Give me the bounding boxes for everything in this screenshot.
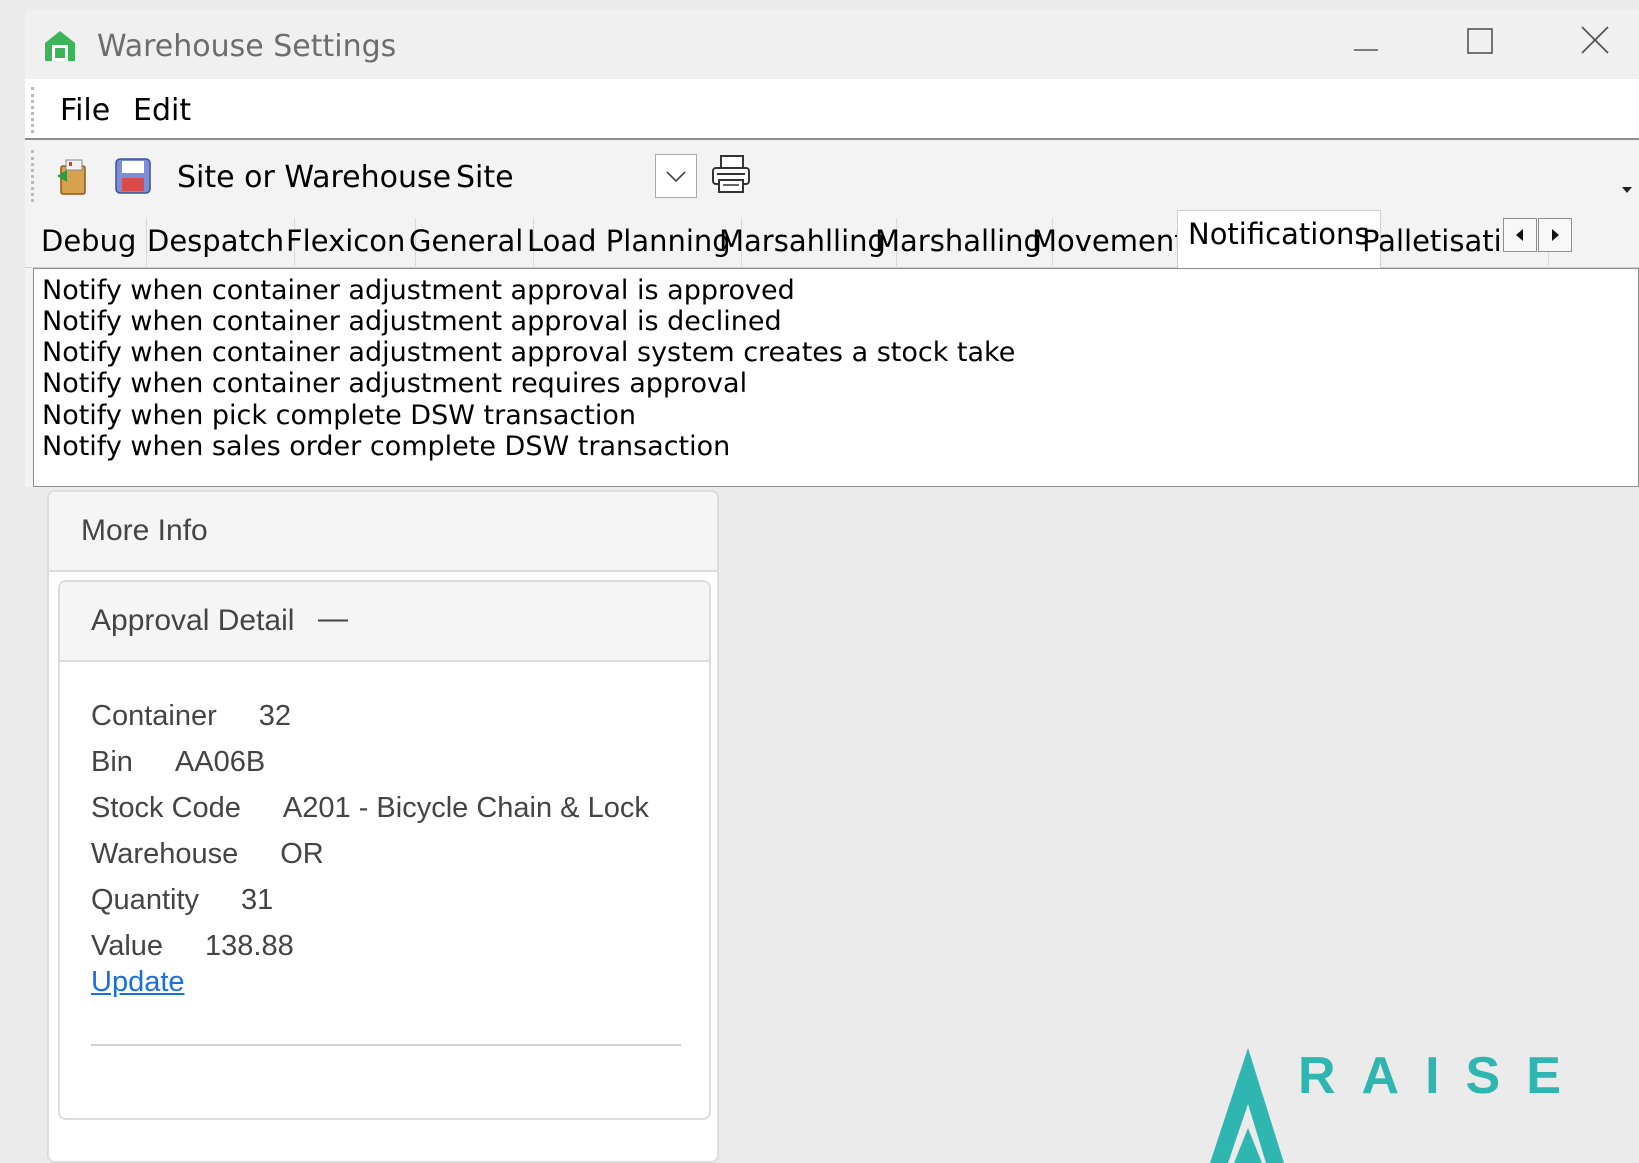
tab-notifications[interactable]: Notifications	[1177, 210, 1381, 268]
approval-detail-card: Approval Detail — Container 32 Bin AA06B S…	[58, 580, 711, 1120]
chevron-down-icon	[666, 171, 686, 183]
collapse-icon[interactable]: —	[318, 602, 348, 636]
site-or-warehouse-label: Site or Warehouse	[177, 160, 452, 195]
minimize-icon[interactable]	[1335, 21, 1395, 65]
tab-strip: Debug Despatch Flexicon General Load Pla…	[25, 210, 1639, 268]
detail-value: AA06B	[174, 746, 266, 778]
warehouse-icon	[45, 31, 75, 61]
tab-despatch[interactable]: Despatch	[137, 218, 296, 268]
printer-icon[interactable]	[709, 154, 753, 194]
overflow-icon[interactable]	[1620, 184, 1634, 196]
detail-label: Value	[91, 930, 164, 962]
more-info-title: More Info	[81, 514, 208, 547]
tab-scroll-right[interactable]	[1538, 218, 1572, 252]
more-info-card: More Info Approval Detail — Container 32 …	[47, 490, 719, 1163]
update-link[interactable]: Update	[91, 966, 185, 999]
divider	[91, 1044, 681, 1046]
tab-scroll-left[interactable]	[1503, 218, 1537, 252]
approval-detail-title: Approval Detail	[91, 604, 295, 637]
approval-detail-header[interactable]: Approval Detail —	[60, 582, 709, 662]
toolbar: Site or Warehouse Site	[25, 142, 1639, 210]
open-folder-icon[interactable]	[55, 156, 93, 196]
menu-file[interactable]: File	[60, 93, 110, 128]
title-bar[interactable]: Warehouse Settings	[25, 9, 1639, 79]
detail-label: Stock Code	[91, 792, 241, 824]
tab-general[interactable]: General	[399, 218, 535, 268]
save-icon[interactable]	[113, 156, 153, 196]
detail-row-warehouse: Warehouse OR	[91, 838, 324, 871]
screen: More Info Approval Detail — Container 32 …	[0, 0, 1639, 1163]
tab-flexicon[interactable]: Flexicon	[276, 218, 417, 268]
detail-value: OR	[280, 838, 324, 870]
detail-label: Bin	[91, 746, 133, 778]
detail-row-stock-code: Stock Code A201 - Bicycle Chain & Lock	[91, 792, 649, 825]
chevron-left-icon	[1516, 229, 1523, 241]
tab-load-planning[interactable]: Load Planning	[517, 218, 742, 268]
list-item[interactable]: Notify when container adjustment approva…	[42, 275, 795, 306]
list-item[interactable]: Notify when pick complete DSW transactio…	[42, 400, 636, 431]
menu-edit[interactable]: Edit	[133, 93, 191, 128]
maximize-icon[interactable]	[1450, 21, 1510, 65]
warehouse-settings-window: Warehouse Settings File Edit Site or War…	[25, 9, 1639, 487]
detail-label: Warehouse	[91, 838, 239, 870]
menu-bar: File Edit	[25, 79, 1639, 140]
list-item[interactable]: Notify when sales order complete DSW tra…	[42, 431, 730, 462]
detail-value: 138.88	[205, 930, 294, 962]
detail-value: 32	[258, 700, 292, 732]
close-icon[interactable]	[1565, 21, 1625, 65]
detail-value: 31	[241, 884, 274, 916]
notifications-list: Notify when container adjustment approva…	[33, 268, 1639, 487]
list-item[interactable]: Notify when container adjustment require…	[42, 368, 747, 399]
grip-handle[interactable]	[31, 87, 35, 133]
chevron-right-icon	[1552, 229, 1559, 241]
list-item[interactable]: Notify when container adjustment approva…	[42, 337, 1015, 368]
detail-row-value: Value 138.88	[91, 930, 294, 963]
site-dropdown[interactable]	[655, 154, 697, 198]
window-title: Warehouse Settings	[97, 29, 397, 64]
tab-debug[interactable]: Debug	[31, 218, 148, 268]
list-item[interactable]: Notify when container adjustment approva…	[42, 306, 782, 337]
detail-label: Container	[91, 700, 217, 732]
more-info-header[interactable]: More Info	[49, 492, 717, 572]
detail-value: A201 - Bicycle Chain & Lock	[282, 792, 649, 824]
raise-logo-text: RAISE	[1298, 1047, 1587, 1105]
grip-handle[interactable]	[31, 150, 35, 202]
detail-row-container: Container 32	[91, 700, 291, 733]
site-value[interactable]: Site	[456, 160, 514, 195]
detail-row-bin: Bin AA06B	[91, 746, 265, 779]
detail-label: Quantity	[91, 884, 199, 916]
detail-row-quantity: Quantity 31	[91, 884, 273, 917]
